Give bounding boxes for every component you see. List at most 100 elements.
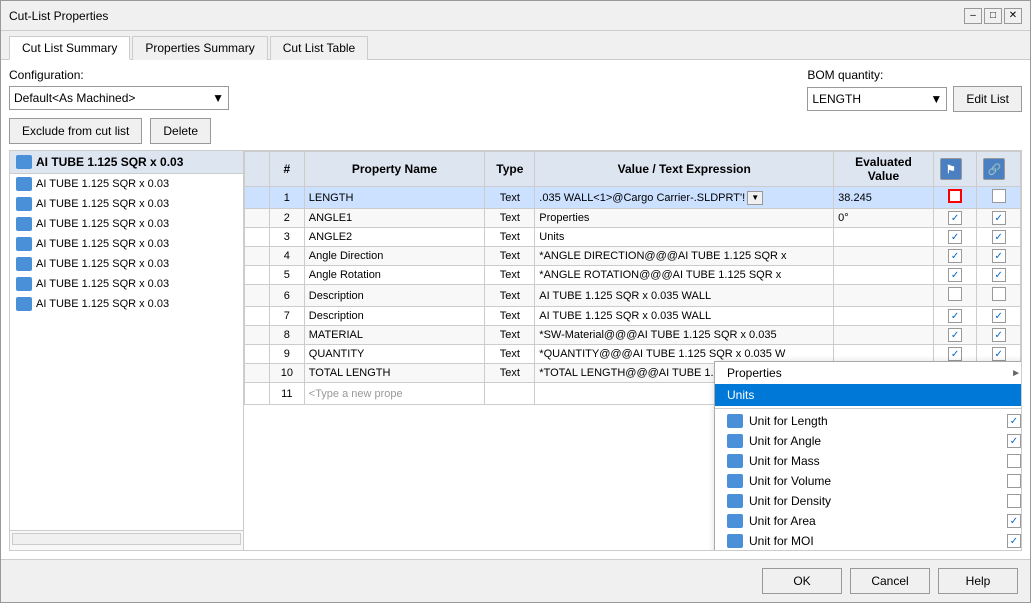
edit-list-button[interactable]: Edit List [953, 86, 1022, 112]
checkbox[interactable] [948, 189, 962, 203]
value-dropdown-btn[interactable]: ▼ [747, 191, 763, 205]
table-row[interactable]: 8 MATERIAL Text *SW-Material@@@AI TUBE 1… [245, 326, 1021, 345]
row-checkbox-chain[interactable] [977, 247, 1021, 266]
tab-properties-summary[interactable]: Properties Summary [132, 36, 267, 60]
unit-checkbox[interactable] [1007, 414, 1021, 428]
delete-button[interactable]: Delete [150, 118, 211, 144]
configuration-dropdown[interactable]: Default<As Machined> ▼ [9, 86, 229, 110]
checkbox[interactable] [948, 287, 962, 301]
row-checkbox-chain[interactable] [977, 209, 1021, 228]
unit-checkbox[interactable] [1007, 514, 1021, 528]
checkbox[interactable] [992, 268, 1006, 282]
maximize-button[interactable]: □ [984, 8, 1002, 24]
table-row[interactable]: 2 ANGLE1 Text Properties 0° [245, 209, 1021, 228]
row-value[interactable]: Units [535, 228, 834, 247]
row-value[interactable]: AI TUBE 1.125 SQR x 0.035 WALL [535, 285, 834, 307]
checkbox[interactable] [948, 268, 962, 282]
row-checkbox-flag[interactable] [933, 209, 977, 228]
close-button[interactable]: ✕ [1004, 8, 1022, 24]
list-item[interactable]: AI TUBE 1.125 SQR x 0.03 [10, 214, 243, 234]
table-row[interactable]: 1 LENGTH Text .035 WALL<1>@Cargo Carrier… [245, 187, 1021, 209]
checkbox[interactable] [948, 249, 962, 263]
ok-button[interactable]: OK [762, 568, 842, 594]
checkbox[interactable] [948, 309, 962, 323]
row-property-name[interactable]: TOTAL LENGTH [304, 364, 485, 383]
checkbox[interactable] [948, 211, 962, 225]
row-checkbox-flag[interactable] [933, 247, 977, 266]
table-row[interactable]: 7 Description Text AI TUBE 1.125 SQR x 0… [245, 307, 1021, 326]
chain-icon[interactable]: 🔗 [983, 158, 1005, 180]
row-property-name[interactable]: ANGLE1 [304, 209, 485, 228]
row-checkbox-chain[interactable] [977, 285, 1021, 307]
row-property-name[interactable]: Angle Direction [304, 247, 485, 266]
unit-checkbox[interactable] [1007, 534, 1021, 548]
row-property-name[interactable]: Angle Rotation [304, 266, 485, 285]
checkbox[interactable] [948, 230, 962, 244]
cancel-button[interactable]: Cancel [850, 568, 930, 594]
list-item[interactable]: AI TUBE 1.125 SQR x 0.03 [10, 194, 243, 214]
menu-item-unit-length[interactable]: Unit for Length [715, 411, 1022, 431]
menu-item-unit-moi[interactable]: Unit for MOI [715, 531, 1022, 551]
menu-item-unit-area[interactable]: Unit for Area [715, 511, 1022, 531]
checkbox[interactable] [992, 347, 1006, 361]
table-row[interactable]: 3 ANGLE2 Text Units [245, 228, 1021, 247]
row-checkbox-chain[interactable] [977, 266, 1021, 285]
row-value[interactable]: AI TUBE 1.125 SQR x 0.035 WALL [535, 307, 834, 326]
row-value[interactable]: .035 WALL<1>@Cargo Carrier-.SLDPRT'! ▼ [535, 187, 834, 209]
tab-cut-list-table[interactable]: Cut List Table [270, 36, 369, 60]
row-property-name[interactable]: Description [304, 307, 485, 326]
menu-item-unit-density[interactable]: Unit for Density [715, 491, 1022, 511]
list-item[interactable]: AI TUBE 1.125 SQR x 0.03 [10, 254, 243, 274]
help-button[interactable]: Help [938, 568, 1018, 594]
bom-quantity-dropdown[interactable]: LENGTH ▼ [807, 87, 947, 111]
row-checkbox-chain[interactable] [977, 326, 1021, 345]
unit-checkbox[interactable] [1007, 474, 1021, 488]
list-item[interactable]: AI TUBE 1.125 SQR x 0.03 [10, 234, 243, 254]
row-property-name[interactable]: <Type a new prope [304, 383, 485, 405]
checkbox[interactable] [992, 309, 1006, 323]
menu-item-properties[interactable]: Properties ► [715, 362, 1022, 384]
row-checkbox-flag[interactable] [933, 326, 977, 345]
list-item[interactable]: AI TUBE 1.125 SQR x 0.03 [10, 274, 243, 294]
row-checkbox-flag[interactable] [933, 307, 977, 326]
row-checkbox-chain[interactable] [977, 187, 1021, 209]
row-property-name[interactable]: QUANTITY [304, 345, 485, 364]
table-row[interactable]: 4 Angle Direction Text *ANGLE DIRECTION@… [245, 247, 1021, 266]
checkbox[interactable] [992, 328, 1006, 342]
row-property-name[interactable]: MATERIAL [304, 326, 485, 345]
menu-item-unit-angle[interactable]: Unit for Angle [715, 431, 1022, 451]
row-value[interactable]: *ANGLE DIRECTION@@@AI TUBE 1.125 SQR x [535, 247, 834, 266]
checkbox[interactable] [992, 249, 1006, 263]
row-property-name[interactable]: ANGLE2 [304, 228, 485, 247]
table-row[interactable]: 6 Description Text AI TUBE 1.125 SQR x 0… [245, 285, 1021, 307]
unit-checkbox[interactable] [1007, 494, 1021, 508]
checkbox[interactable] [992, 287, 1006, 301]
row-value[interactable]: Properties [535, 209, 834, 228]
unit-checkbox[interactable] [1007, 454, 1021, 468]
checkbox[interactable] [992, 230, 1006, 244]
menu-item-units[interactable]: Units [715, 384, 1022, 406]
row-checkbox-flag[interactable] [933, 285, 977, 307]
tab-cut-list-summary[interactable]: Cut List Summary [9, 36, 130, 60]
row-checkbox-chain[interactable] [977, 228, 1021, 247]
row-checkbox-flag[interactable] [933, 266, 977, 285]
table-row[interactable]: 5 Angle Rotation Text *ANGLE ROTATION@@@… [245, 266, 1021, 285]
row-checkbox-flag[interactable] [933, 187, 977, 209]
checkbox[interactable] [992, 189, 1006, 203]
row-value[interactable]: *ANGLE ROTATION@@@AI TUBE 1.125 SQR x [535, 266, 834, 285]
menu-item-unit-mass[interactable]: Unit for Mass [715, 451, 1022, 471]
list-item[interactable]: AI TUBE 1.125 SQR x 0.03 [10, 174, 243, 194]
exclude-button[interactable]: Exclude from cut list [9, 118, 142, 144]
row-checkbox-chain[interactable] [977, 307, 1021, 326]
list-item[interactable]: AI TUBE 1.125 SQR x 0.03 [10, 294, 243, 314]
row-checkbox-flag[interactable] [933, 228, 977, 247]
checkbox[interactable] [992, 211, 1006, 225]
horizontal-scrollbar[interactable] [12, 533, 241, 545]
checkbox[interactable] [948, 347, 962, 361]
row-property-name[interactable]: LENGTH [304, 187, 485, 209]
menu-item-unit-volume[interactable]: Unit for Volume [715, 471, 1022, 491]
unit-checkbox[interactable] [1007, 434, 1021, 448]
minimize-button[interactable]: – [964, 8, 982, 24]
row-property-name[interactable]: Description [304, 285, 485, 307]
checkbox[interactable] [948, 328, 962, 342]
